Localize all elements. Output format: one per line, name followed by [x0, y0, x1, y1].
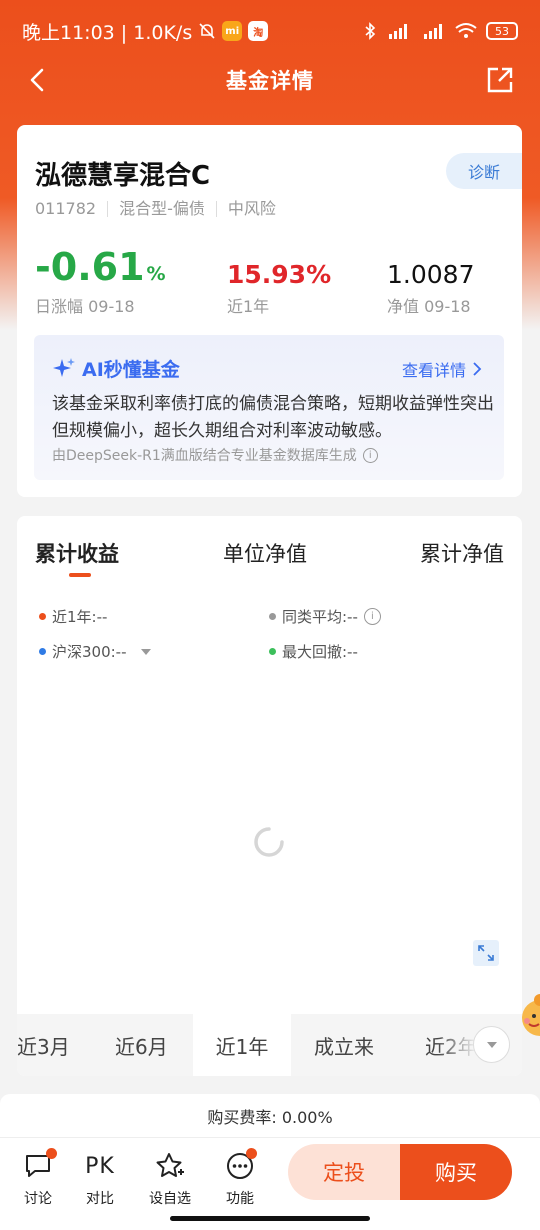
time-range-selector: 近3月 近6月 近1年 成立来 近2年: [17, 1014, 522, 1076]
daily-change-value: -0.61: [35, 245, 145, 289]
ai-summary-text: 该基金采取利率债打底的偏债混合策略，短期收益弹性突出但规模偏小，超长久期组合对利…: [52, 394, 494, 441]
range-6m[interactable]: 近6月: [115, 1014, 195, 1076]
legend-hs300-text: 沪深300:--: [52, 643, 127, 661]
chevron-down-icon: [486, 1041, 497, 1048]
range-1y[interactable]: 近1年: [193, 1014, 291, 1076]
status-bar: 晚上11:03 | 1.0K/s mi 淘 53: [0, 0, 540, 62]
fund-name: 泓德慧享混合C: [35, 161, 211, 191]
purchase-fee-text: 购买费率: 0.00%: [207, 1108, 333, 1127]
daily-change-unit: %: [146, 263, 166, 285]
info-icon[interactable]: i: [362, 447, 378, 463]
active-tab-indicator: [69, 573, 91, 577]
notification-dot: [46, 1148, 57, 1159]
ai-more-link[interactable]: 查看详情: [402, 357, 482, 381]
fullscreen-button[interactable]: [473, 940, 499, 966]
legend-hs300[interactable]: 沪深300:--: [39, 641, 151, 662]
caret-down-icon[interactable]: [140, 648, 151, 655]
chevron-right-icon: [473, 362, 482, 376]
discuss-label: 讨论: [24, 1191, 52, 1207]
nav-bar: 基金详情: [0, 56, 540, 104]
page-title: 基金详情: [226, 69, 314, 93]
legend-peer-average-text: 同类平均:--: [282, 608, 358, 626]
performance-chart-card: 累计收益 单位净值 累计净值 近1年:-- 同类平均:-- i 沪深300:--…: [17, 516, 522, 1076]
fund-type: 混合型-偏债: [107, 201, 216, 217]
fund-risk: 中风险: [215, 201, 287, 217]
range-fade: [437, 1014, 477, 1076]
notification-dot: [246, 1148, 257, 1159]
signal-hd-icon-2: [424, 24, 442, 39]
sparkle-icon: [53, 357, 75, 377]
features-label: 功能: [226, 1191, 254, 1207]
daily-change-label: 日涨幅 09-18: [35, 297, 135, 316]
home-indicator[interactable]: [170, 1216, 370, 1221]
ai-title: AI秒懂基金: [82, 359, 180, 381]
share-icon[interactable]: [484, 64, 516, 96]
daily-change-metric: -0.61% 日涨幅 09-18: [35, 245, 166, 317]
mi-app-icon: mi: [222, 21, 243, 41]
range-more-button[interactable]: [473, 1026, 510, 1063]
range-since-inception[interactable]: 成立来: [314, 1014, 404, 1076]
signal-hd-icon: [389, 24, 407, 39]
legend-one-year: 近1年:--: [39, 606, 107, 627]
battery-icon: 53: [486, 22, 518, 40]
bluetooth-icon: [365, 22, 376, 40]
ai-more-label: 查看详情: [401, 361, 466, 380]
diagnose-button[interactable]: 诊断: [446, 153, 522, 189]
fund-code: 011782: [35, 199, 97, 218]
ai-summary-box[interactable]: AI秒懂基金 查看详情 该基金采取利率债打底的偏债混合策略，短期收益弹性突出但规…: [34, 335, 504, 480]
add-watchlist-button[interactable]: 设自选: [140, 1150, 200, 1208]
one-year-value: 15.93%: [227, 260, 332, 289]
pk-icon: PK: [85, 1153, 115, 1179]
ai-footer-text: 由DeepSeek-R1满血版结合专业基金数据库生成: [52, 448, 357, 464]
buy-button[interactable]: 购买: [400, 1144, 512, 1200]
fund-summary-card: 泓德慧享混合C 诊断 011782 混合型-偏债 中风险 -0.61% 日涨幅 …: [17, 125, 522, 497]
features-button[interactable]: 功能: [210, 1148, 270, 1208]
legend-dot: [269, 613, 276, 620]
nav-metric: 1.0087 净值 09-18: [387, 245, 474, 317]
one-year-label: 近1年: [227, 297, 270, 316]
info-icon[interactable]: i: [363, 608, 381, 625]
legend-dot: [39, 613, 46, 620]
range-3m[interactable]: 近3月: [17, 1014, 89, 1076]
nav-label: 净值 09-18: [387, 297, 471, 316]
purchase-fee: 购买费率: 0.00%: [0, 1094, 540, 1138]
expand-icon: [478, 945, 494, 961]
fund-tags: 011782 混合型-偏债 中风险: [35, 201, 287, 217]
taobao-app-icon: 淘: [248, 21, 269, 41]
chart-tabs: 累计收益 单位净值 累计净值: [17, 538, 522, 578]
tab-cumulative-nav[interactable]: 累计净值: [420, 538, 504, 568]
legend-dot: [39, 648, 46, 655]
auto-invest-button[interactable]: 定投: [288, 1144, 400, 1200]
loading-spinner-icon: [254, 827, 284, 857]
star-plus-icon: [156, 1153, 184, 1177]
compare-label: 对比: [86, 1191, 114, 1207]
legend-one-year-text: 近1年:--: [52, 608, 108, 626]
nav-value: 1.0087: [387, 260, 475, 289]
one-year-metric: 15.93% 近1年: [227, 245, 331, 317]
wifi-icon: [455, 23, 477, 38]
legend-peer-average: 同类平均:-- i: [269, 606, 381, 627]
legend-max-drawdown: 最大回撤:--: [269, 641, 358, 662]
mute-bell-icon: [199, 23, 215, 39]
legend-max-drawdown-text: 最大回撤:--: [282, 643, 358, 661]
add-watchlist-label: 设自选: [149, 1191, 191, 1207]
tab-unit-nav[interactable]: 单位净值: [223, 538, 307, 568]
legend-dot: [269, 648, 276, 655]
mascot-icon[interactable]: [516, 986, 540, 1042]
status-time: 晚上11:03 | 1.0K/s: [22, 21, 193, 44]
back-arrow-icon[interactable]: [22, 64, 54, 96]
tab-cumulative-return[interactable]: 累计收益: [35, 538, 119, 568]
discuss-button[interactable]: 讨论: [8, 1148, 68, 1208]
compare-button[interactable]: PK 对比: [70, 1150, 130, 1208]
